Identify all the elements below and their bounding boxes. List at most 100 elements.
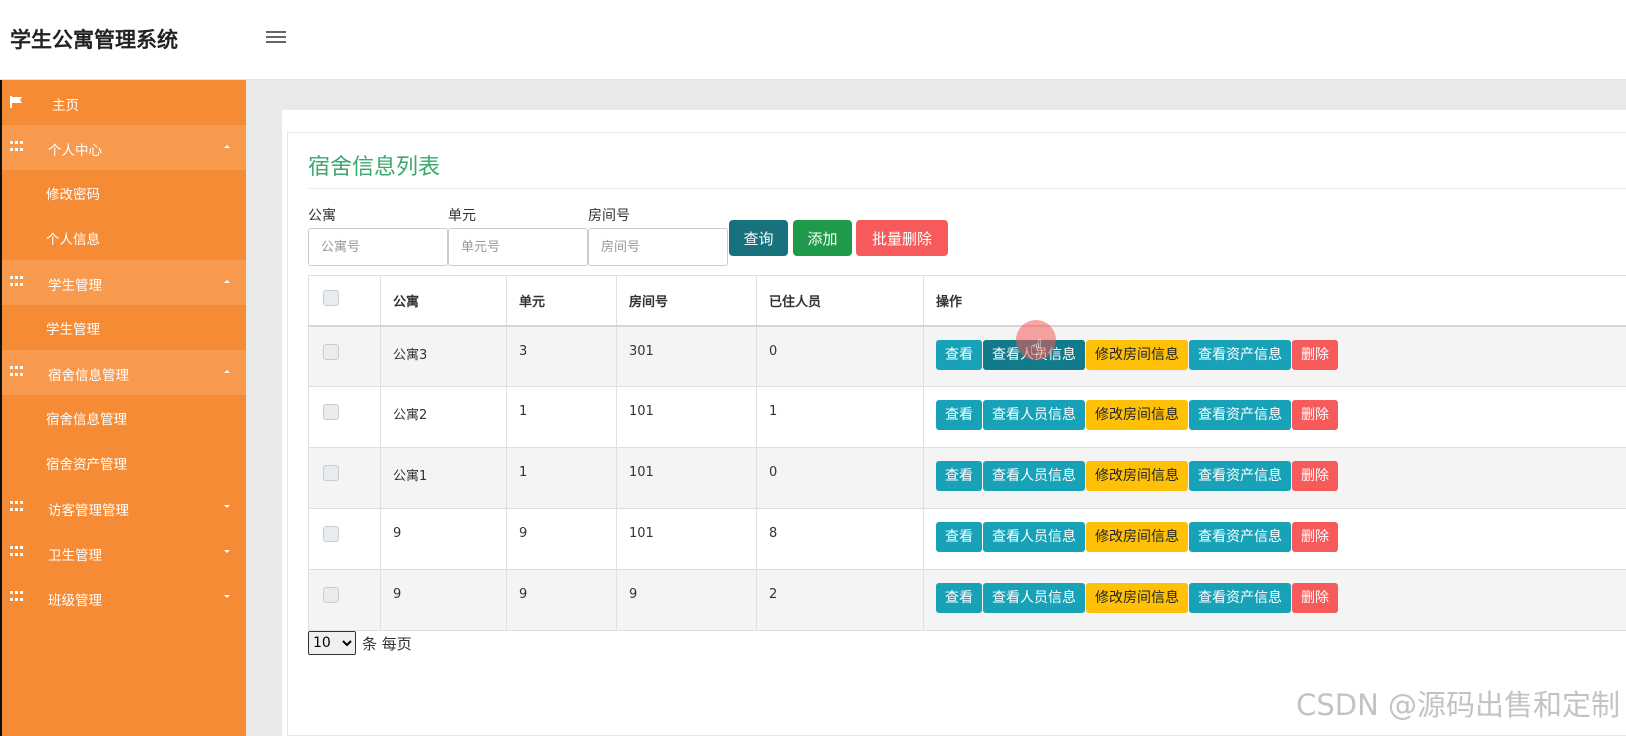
view-button[interactable]: 查看 xyxy=(936,522,982,552)
table-row: 公寓333010查看查看人员信息修改房间信息查看资产信息删除 xyxy=(308,325,1626,387)
cell-unit: 9 xyxy=(506,508,617,570)
delete-button[interactable]: 删除 xyxy=(1292,461,1338,491)
cell-occupants: 0 xyxy=(756,325,924,387)
cell-room: 101 xyxy=(616,386,757,448)
filter-room-label: 房间号 xyxy=(588,208,630,224)
view-assets-button[interactable]: 查看资产信息 xyxy=(1189,583,1291,613)
room-input[interactable] xyxy=(588,228,728,266)
cell-apartment: 公寓2 xyxy=(380,386,507,448)
view-people-button[interactable]: 查看人员信息 xyxy=(983,583,1085,613)
edit-room-button[interactable]: 修改房间信息 xyxy=(1086,583,1188,613)
cell-apartment: 9 xyxy=(380,508,507,570)
query-button[interactable]: 查询 xyxy=(729,220,788,256)
batch-delete-button[interactable]: 批量删除 xyxy=(856,220,948,256)
menu-toggle-icon[interactable] xyxy=(266,28,286,46)
table-row: 9 9 101 8 查看 查看人员信息 修改房间信息 查看资产信息 删除 xyxy=(308,508,1626,570)
sidebar-item-home[interactable]: 主页 xyxy=(2,80,246,125)
view-assets-button[interactable]: 查看资产信息 xyxy=(1189,522,1291,552)
sidebar-group-label: 个人中心 xyxy=(48,143,102,159)
edit-room-button[interactable]: 修改房间信息 xyxy=(1086,522,1188,552)
select-all-cell xyxy=(308,275,381,327)
sidebar-subitem[interactable]: 修改密码 xyxy=(2,170,246,215)
apartment-input[interactable] xyxy=(308,228,448,266)
row-checkbox[interactable] xyxy=(323,343,339,360)
row-select-cell xyxy=(308,447,381,509)
page-size-select[interactable]: 10 xyxy=(308,631,356,655)
sidebar-subitem[interactable]: 宿舍资产管理 xyxy=(2,440,246,485)
actions-cell: 查看查看人员信息修改房间信息查看资产信息删除 xyxy=(923,569,1626,631)
caret-down-icon xyxy=(224,595,230,598)
cell-unit: 9 xyxy=(506,569,617,631)
sidebar-item-label: 主页 xyxy=(52,98,79,114)
row-select-cell xyxy=(308,508,381,570)
sidebar-group[interactable]: 访客管理管理 xyxy=(2,485,246,530)
add-button[interactable]: 添加 xyxy=(793,220,852,256)
cell-occupants: 0 xyxy=(756,447,924,509)
view-button[interactable]: 查看 xyxy=(936,400,982,430)
delete-button[interactable]: 删除 xyxy=(1292,583,1338,613)
row-select-cell xyxy=(308,386,381,448)
view-people-button[interactable]: 查看人员信息 xyxy=(983,400,1085,430)
actions-cell: 查看查看人员信息修改房间信息查看资产信息删除 xyxy=(923,386,1626,448)
cell-unit: 1 xyxy=(506,447,617,509)
cell-unit: 1 xyxy=(506,386,617,448)
sidebar-group-label: 班级管理 xyxy=(48,593,102,609)
row-select-cell xyxy=(308,569,381,631)
filter-apartment: 公寓 xyxy=(308,205,448,266)
sidebar-group[interactable]: 卫生管理 xyxy=(2,530,246,575)
sidebar-group-label: 学生管理 xyxy=(48,278,102,294)
view-assets-button[interactable]: 查看资产信息 xyxy=(1189,400,1291,430)
delete-button[interactable]: 删除 xyxy=(1292,339,1338,370)
sidebar-group-label: 访客管理管理 xyxy=(48,503,129,519)
top-bar: 学生公寓管理系统 xyxy=(0,0,1626,80)
cell-occupants: 8 xyxy=(756,508,924,570)
edit-room-button[interactable]: 修改房间信息 xyxy=(1086,339,1188,370)
table-row: 公寓2 1 101 1 查看 查看人员信息 修改房间信息 查看资产信息 删除 xyxy=(308,386,1626,448)
view-button[interactable]: 查看 xyxy=(936,461,982,491)
sidebar-subitem[interactable]: 学生管理 xyxy=(2,305,246,350)
table-header-row: 公寓 单元 房间号 已住人员 操作 xyxy=(308,275,1626,327)
actions-cell: 查看查看人员信息修改房间信息查看资产信息删除 xyxy=(923,508,1626,570)
app-title: 学生公寓管理系统 xyxy=(10,28,178,52)
sidebar-group[interactable]: 学生管理 xyxy=(2,260,246,305)
col-header-room: 房间号 xyxy=(616,275,757,327)
cell-apartment: 9 xyxy=(380,569,507,631)
row-checkbox[interactable] xyxy=(323,526,339,542)
sidebar-subitem[interactable]: 宿舍信息管理 xyxy=(2,395,246,440)
row-checkbox[interactable] xyxy=(323,587,339,603)
hand-cursor-icon: ☝ xyxy=(1030,336,1044,361)
sidebar-group-label: 宿舍信息管理 xyxy=(48,368,129,384)
flag-icon xyxy=(10,96,22,108)
view-people-button[interactable]: 查看人员信息 xyxy=(983,522,1085,552)
cell-unit: 3 xyxy=(506,325,617,387)
filter-apartment-label: 公寓 xyxy=(308,208,336,224)
view-people-button[interactable]: 查看人员信息 xyxy=(983,461,1085,491)
select-all-checkbox[interactable] xyxy=(323,290,339,307)
col-header-apartment: 公寓 xyxy=(380,275,507,327)
view-button[interactable]: 查看 xyxy=(936,583,982,613)
view-button[interactable]: 查看 xyxy=(936,339,982,370)
col-header-unit: 单元 xyxy=(506,275,617,327)
view-assets-button[interactable]: 查看资产信息 xyxy=(1189,339,1291,370)
cell-room: 301 xyxy=(616,325,757,387)
grid-icon xyxy=(10,141,24,153)
sidebar-group[interactable]: 班级管理 xyxy=(2,575,246,620)
delete-button[interactable]: 删除 xyxy=(1292,400,1338,430)
grid-icon xyxy=(10,591,24,603)
edit-room-button[interactable]: 修改房间信息 xyxy=(1086,461,1188,491)
page-size-suffix: 条 每页 xyxy=(362,634,412,653)
row-checkbox[interactable] xyxy=(323,465,339,481)
grid-icon xyxy=(10,366,24,378)
filter-unit-label: 单元 xyxy=(448,208,476,224)
edit-room-button[interactable]: 修改房间信息 xyxy=(1086,400,1188,430)
view-assets-button[interactable]: 查看资产信息 xyxy=(1189,461,1291,491)
sidebar-group[interactable]: 宿舍信息管理 xyxy=(2,350,246,395)
sidebar-group[interactable]: 个人中心 xyxy=(2,125,246,170)
actions-cell: 查看查看人员信息修改房间信息查看资产信息删除 xyxy=(923,447,1626,509)
cell-room: 101 xyxy=(616,447,757,509)
sidebar-subitem[interactable]: 个人信息 xyxy=(2,215,246,260)
delete-button[interactable]: 删除 xyxy=(1292,522,1338,552)
cell-occupants: 2 xyxy=(756,569,924,631)
unit-input[interactable] xyxy=(448,228,588,266)
row-checkbox[interactable] xyxy=(323,404,339,420)
